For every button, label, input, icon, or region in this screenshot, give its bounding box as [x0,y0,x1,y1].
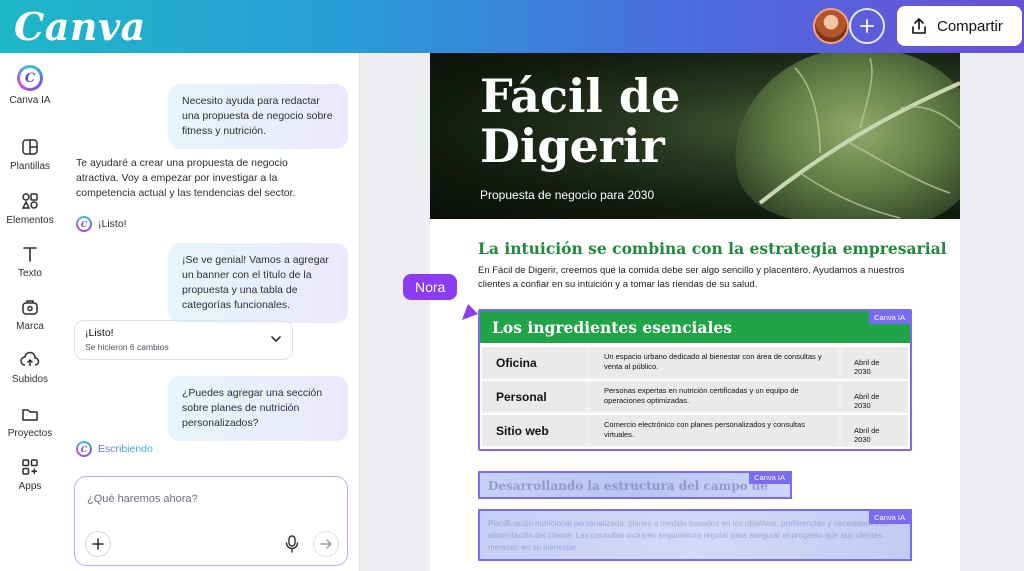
sidebar-item-label: Plantillas [9,161,51,172]
templates-icon [22,139,38,155]
composer-input[interactable]: ¿Qué haremos ahora? [87,493,198,505]
assistant-message: Te ayudaré a crear una propuesta de nego… [76,157,296,199]
upload-icon [20,351,40,366]
sidebar-item-elementos[interactable]: Elementos [0,191,60,226]
share-icon [912,18,926,34]
changes-subtitle: Se hicieron 6 cambios [85,342,169,352]
canva-logo[interactable]: Canva [14,4,146,49]
user-avatar[interactable] [813,8,849,44]
canva-ai-tag: Canva IA [869,311,910,324]
canva-ai-tag: Canva IA [869,511,910,524]
user-message: Necesito ayuda para redactar una propues… [168,84,348,149]
intro-paragraph[interactable]: En Fácil de Digerir, creemos que la comi… [478,264,918,292]
changes-summary[interactable]: ¡Listo! Se hicieron 6 cambios [74,320,293,360]
sidebar-item-label: Subidos [11,374,49,385]
row-name: Personal [482,381,586,411]
row-date: Abril de 2030 [842,381,908,411]
send-button[interactable] [313,531,339,557]
table-row[interactable]: Oficina Un espacio urbano dedicado al bi… [482,347,908,379]
generating-heading[interactable]: Desarrollando la estructura del campo de… [478,471,792,499]
row-date: Abril de 2030 [842,347,908,377]
sidebar-item-proyectos[interactable]: Proyectos [0,404,60,439]
generating-paragraph[interactable]: Planificación nutricional personalizada:… [478,509,912,561]
canva-ai-tag: Canva IA [749,471,790,484]
text-icon [23,247,37,262]
generating-paragraph-text: Planificación nutricional personalizada:… [488,519,890,552]
elements-icon [21,193,38,209]
sidebar-item-canva-ia[interactable]: C Canva IA [0,65,60,106]
arrow-right-icon [320,539,332,549]
status-text: ¡Listo! [98,218,127,230]
table-row[interactable]: Sitio web Comercio electrónico con plane… [482,415,908,447]
sidebar-item-label: Proyectos [7,428,53,439]
apps-icon [22,459,38,475]
plus-icon [860,19,874,33]
chevron-down-icon [271,336,281,343]
top-bar: Canva Compartir [0,0,1024,53]
row-description: Personas expertas en nutrición certifica… [590,381,838,411]
sidebar-item-plantillas[interactable]: Plantillas [0,137,60,172]
changes-title: ¡Listo! [85,327,114,339]
row-description: Un espacio urbano dedicado al bienestar … [590,347,838,377]
assistant-status: C ¡Listo! [76,216,127,232]
assistant-typing: C Escribiendo [76,441,153,457]
sidebar-item-texto[interactable]: Texto [0,244,60,279]
microphone-icon[interactable] [285,535,299,553]
share-button[interactable]: Compartir [897,6,1022,46]
table-row[interactable]: Personal Personas expertas en nutrición … [482,381,908,413]
user-message: ¡Se ve genial! Vamos a agregar un banner… [168,243,348,323]
side-nav: C Canva IA Plantillas Elementos Texto Ma… [0,53,60,571]
canva-ai-icon: C [76,441,92,457]
sidebar-item-marca[interactable]: Marca [0,297,60,332]
hero-title-line: Digerir [480,119,665,173]
table-title: Los ingredientes esenciales [480,311,910,343]
ingredients-table[interactable]: Los ingredientes esenciales Canva IA Ofi… [478,309,912,451]
kale-leaf-image [735,53,960,219]
sidebar-item-label: Elementos [6,215,54,226]
row-name: Sitio web [482,415,586,445]
hero-title-line: Fácil de [480,69,681,123]
row-description: Comercio electrónico con planes personal… [590,415,838,445]
sidebar-item-label: Marca [16,321,44,332]
row-name: Oficina [482,347,586,377]
cursor-arrow-icon [462,304,478,320]
row-date: Abril de 2030 [842,415,908,445]
hero-subtitle[interactable]: Propuesta de negocio para 2030 [480,188,654,202]
typing-text: Escribiendo [98,443,153,455]
folder-icon [22,409,38,421]
canva-ai-icon: C [17,65,43,91]
brand-icon [22,300,38,315]
section-title[interactable]: La intuición se combina con la estrategi… [478,239,947,258]
attach-button[interactable] [85,531,111,557]
canva-ai-icon: C [76,216,92,232]
document-page[interactable]: Fácil de Digerir Propuesta de negocio pa… [430,53,960,571]
generating-heading-text: Desarrollando la estructura del campo de [488,479,768,493]
sidebar-item-label: Texto [18,268,42,279]
collaborator-label: Nora [403,274,458,300]
user-message: ¿Puedes agregar una sección sobre planes… [168,376,348,441]
sidebar-item-apps[interactable]: Apps [0,457,60,492]
hero-banner[interactable]: Fácil de Digerir Propuesta de negocio pa… [430,53,960,219]
plus-icon [92,538,104,550]
chat-composer[interactable]: ¿Qué haremos ahora? [74,476,348,566]
share-label: Compartir [937,17,1003,35]
add-collaborator-button[interactable] [849,8,885,44]
sidebar-item-subidos[interactable]: Subidos [0,350,60,385]
sidebar-item-label: Canva IA [9,95,51,106]
sidebar-item-label: Apps [18,481,42,492]
ai-chat-panel: Necesito ayuda para redactar una propues… [60,53,360,571]
hero-title[interactable]: Fácil de Digerir [480,71,680,171]
